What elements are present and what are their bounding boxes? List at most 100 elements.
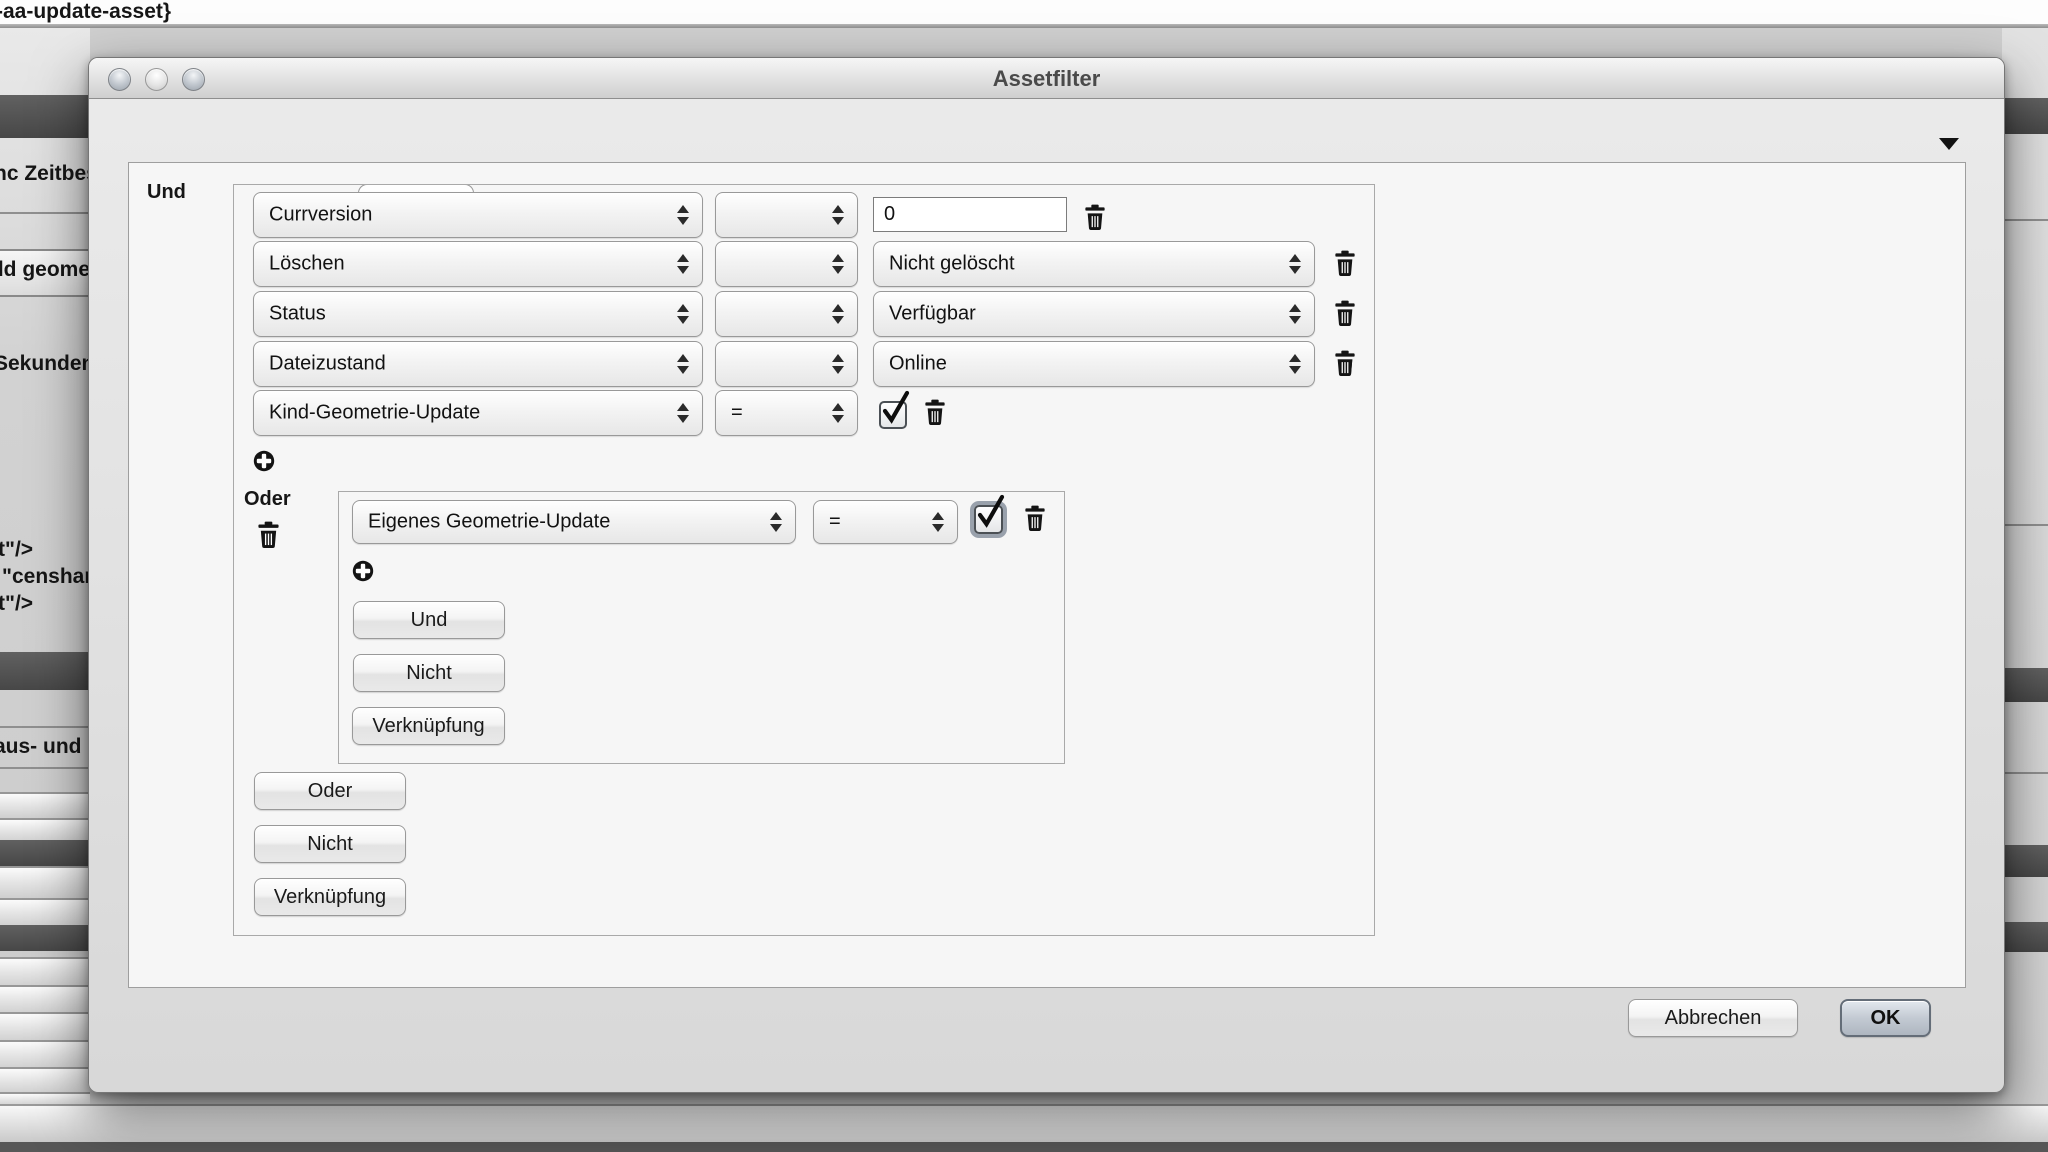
background-row bbox=[0, 818, 90, 842]
background-fragment: Sekunden bbox=[0, 352, 94, 376]
delete-condition-button[interactable] bbox=[1084, 204, 1106, 231]
filter-value-select[interactable]: Verfügbar bbox=[873, 291, 1315, 337]
filter-operator-select[interactable]: = bbox=[813, 500, 958, 544]
select-stepper-icon bbox=[677, 354, 689, 374]
add-und-group-button[interactable]: Und bbox=[353, 601, 505, 639]
dialog-title: Assetfilter bbox=[89, 66, 2004, 92]
select-stepper-icon bbox=[770, 512, 782, 532]
filter-field-select[interactable]: Eigenes Geometrie-Update bbox=[352, 500, 796, 544]
background-row bbox=[0, 985, 90, 1014]
cancel-button[interactable]: Abbrechen bbox=[1628, 999, 1798, 1037]
background-row bbox=[0, 957, 90, 987]
filter-value-checkbox[interactable] bbox=[879, 401, 907, 429]
background-dark-band bbox=[0, 652, 90, 690]
filter-field-select[interactable]: Dateizustand bbox=[253, 341, 703, 387]
background-bottom-edge bbox=[0, 1142, 2048, 1152]
delete-condition-button[interactable] bbox=[1334, 350, 1356, 377]
select-value: = bbox=[829, 511, 841, 534]
select-value: Currversion bbox=[269, 204, 372, 227]
select-stepper-icon bbox=[677, 254, 689, 274]
button-label: Abbrechen bbox=[1665, 1007, 1762, 1029]
filter-operator-select[interactable]: = bbox=[715, 390, 858, 436]
trash-icon bbox=[1334, 300, 1356, 327]
filter-value-select[interactable]: Online bbox=[873, 341, 1315, 387]
filter-value-select[interactable]: Nicht gelöscht bbox=[873, 241, 1315, 287]
add-nicht-group-button[interactable]: Nicht bbox=[353, 654, 505, 692]
trash-icon bbox=[1334, 250, 1356, 277]
select-stepper-icon bbox=[832, 205, 844, 225]
filter-field-select[interactable]: Löschen bbox=[253, 241, 703, 287]
plus-icon bbox=[352, 560, 374, 582]
button-label: Verknüpfung bbox=[274, 886, 386, 908]
select-value: Verfügbar bbox=[889, 303, 976, 326]
delete-condition-button[interactable] bbox=[1334, 300, 1356, 327]
select-value: = bbox=[731, 402, 743, 425]
button-label: Nicht bbox=[307, 833, 353, 855]
background-code-line: -aa-update-asset} bbox=[0, 0, 2048, 24]
select-value: Nicht gelöscht bbox=[889, 253, 1015, 276]
checkmark-icon bbox=[878, 389, 912, 427]
delete-condition-button[interactable] bbox=[1334, 250, 1356, 277]
add-verknuepfung-button[interactable]: Verknüpfung bbox=[352, 707, 505, 745]
select-value: Eigenes Geometrie-Update bbox=[368, 511, 610, 534]
delete-condition-button[interactable] bbox=[924, 399, 946, 426]
background-bottom-bar bbox=[0, 1104, 2048, 1144]
delete-group-button[interactable] bbox=[257, 521, 280, 549]
add-oder-group-button[interactable]: Oder bbox=[254, 772, 406, 810]
screen: -aa-update-asset} nc Zeitbes ild geome S… bbox=[0, 0, 2048, 1152]
delete-condition-button[interactable] bbox=[1024, 505, 1046, 532]
filter-field-select[interactable]: Status bbox=[253, 291, 703, 337]
assetfilter-dialog: Assetfilter Allgemein Symbole Erweitert … bbox=[88, 57, 2005, 1093]
button-label: Verknüpfung bbox=[372, 715, 484, 737]
filter-operator-select[interactable] bbox=[715, 192, 858, 238]
add-condition-button[interactable] bbox=[352, 560, 374, 582]
background-dark-band bbox=[2002, 845, 2048, 877]
background-row bbox=[0, 1040, 90, 1069]
add-nicht-group-button[interactable]: Nicht bbox=[254, 825, 406, 863]
background-code-text: -aa-update-asset} bbox=[0, 0, 171, 24]
select-stepper-icon bbox=[1289, 304, 1301, 324]
add-verknuepfung-button[interactable]: Verknüpfung bbox=[254, 878, 406, 916]
select-stepper-icon bbox=[832, 254, 844, 274]
filter-field-select[interactable]: Currversion bbox=[253, 192, 703, 238]
filter-value-input[interactable] bbox=[873, 197, 1067, 232]
button-label: Oder bbox=[308, 780, 352, 802]
button-label: OK bbox=[1871, 1007, 1901, 1029]
select-stepper-icon bbox=[677, 205, 689, 225]
select-stepper-icon bbox=[1289, 354, 1301, 374]
filter-operator-select[interactable] bbox=[715, 341, 858, 387]
root-group-operator-label: Und bbox=[147, 181, 186, 204]
trash-icon bbox=[257, 521, 280, 549]
background-dark-band bbox=[0, 95, 90, 138]
dialog-titlebar[interactable]: Assetfilter bbox=[89, 58, 2004, 99]
background-row bbox=[0, 1012, 90, 1042]
select-stepper-icon bbox=[832, 354, 844, 374]
background-line bbox=[2002, 772, 2048, 774]
background-row bbox=[0, 1067, 90, 1094]
add-condition-button[interactable] bbox=[253, 450, 275, 472]
tab-overflow-arrow-icon[interactable] bbox=[1939, 138, 1959, 150]
select-value: Kind-Geometrie-Update bbox=[269, 402, 480, 425]
select-stepper-icon bbox=[1289, 254, 1301, 274]
ok-button[interactable]: OK bbox=[1840, 999, 1931, 1037]
button-label: Nicht bbox=[406, 662, 452, 684]
filter-operator-select[interactable] bbox=[715, 291, 858, 337]
trash-icon bbox=[1334, 350, 1356, 377]
background-row bbox=[0, 898, 90, 927]
select-value: Dateizustand bbox=[269, 353, 386, 376]
background-fragment: aus- und bbox=[0, 735, 82, 759]
background-row bbox=[0, 792, 90, 818]
button-label: Und bbox=[411, 609, 448, 631]
filter-operator-select[interactable] bbox=[715, 241, 858, 287]
background-fragment: t"/> bbox=[0, 592, 33, 616]
background-dark-band bbox=[2002, 922, 2048, 952]
trash-icon bbox=[1084, 204, 1106, 231]
background-line bbox=[0, 726, 90, 728]
filter-value-checkbox[interactable] bbox=[974, 505, 1003, 534]
filter-field-select[interactable]: Kind-Geometrie-Update bbox=[253, 390, 703, 436]
select-value: Status bbox=[269, 303, 326, 326]
checkmark-icon bbox=[973, 493, 1007, 531]
background-dark-band bbox=[2002, 98, 2048, 134]
background-line bbox=[0, 767, 90, 769]
select-stepper-icon bbox=[832, 403, 844, 423]
